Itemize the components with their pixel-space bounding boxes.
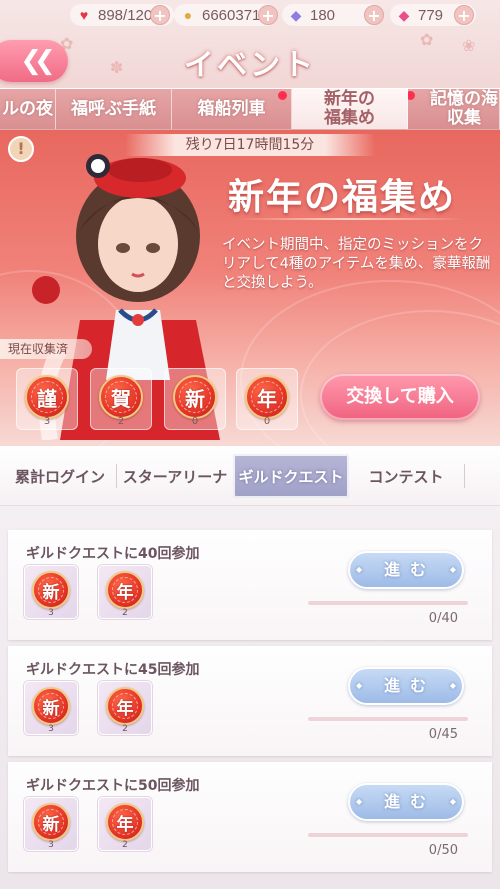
back-button[interactable]: ❮❮ [0,40,68,82]
event-banner: 残り7日17時間15分 ! 新年の福集め イベント期間中、指定のミッションをクリ… [0,130,500,446]
reward-item[interactable]: 年 2 [98,681,152,735]
progress-bar [308,717,468,721]
event-tab-night[interactable]: ルの夜 [0,89,56,129]
quest-card: ギルドクエストに40回参加 新 3 年 2 進む 0/40 [8,530,492,640]
reward-item[interactable]: 年 2 [98,797,152,851]
token-coin-icon: 年 [245,375,289,419]
tab-star-arena[interactable]: スターアリーナ [118,454,232,498]
token-coin-icon: 年 [106,571,144,609]
token-slot-shin[interactable]: 新 0 [164,368,226,430]
token-count: 0 [263,416,271,427]
flower-ornament-icon: ✽ [110,58,124,77]
flower-ornament-icon: ✿ [420,30,434,49]
reward-item[interactable]: 年 2 [98,565,152,619]
go-button[interactable]: 進む [348,783,464,821]
title-divider [236,218,466,220]
quest-title: ギルドクエストに45回参加 [26,662,200,678]
token-slot-nen[interactable]: 年 0 [236,368,298,430]
cat-coin-icon: ● [183,7,193,23]
go-button[interactable]: 進む [348,667,464,705]
add-gold-button[interactable]: + [258,5,278,25]
diamond-value: 180 [310,6,336,24]
time-remaining: 残り7日17時間15分 [125,134,375,156]
add-stamina-button[interactable]: + [150,5,170,25]
token-count: 0 [191,416,199,427]
token-coin-icon: 賀 [99,375,143,419]
event-tab-label: 新年の 福集め [324,89,375,128]
tab-guild-quest[interactable]: ギルドクエスト [233,454,349,498]
reward-count: 3 [48,608,54,618]
event-tab-memory-sea[interactable]: 記憶の海 収集 [408,89,500,129]
event-tab-new-year[interactable]: 新年の 福集め [292,89,408,129]
reward-item[interactable]: 新 3 [24,797,78,851]
token-coin-icon: 謹 [25,375,69,419]
pink-diamond-value: 779 [418,6,444,24]
token-coin-icon: 新 [32,803,70,841]
reward-item[interactable]: 新 3 [24,565,78,619]
token-coin-icon: 新 [32,687,70,725]
reward-count: 2 [122,608,128,618]
top-header: ✿ ✿ ❀ ✽ ♥ 898/120 + ● 6660371 + ◆ 180 + … [0,0,500,88]
token-coin-icon: 年 [106,803,144,841]
double-chevron-left-icon: ❮❮ [20,46,55,76]
tab-divider [116,464,117,488]
event-tab-ark-train[interactable]: 箱船列車 [172,89,292,129]
event-title: 新年の福集め [228,176,457,218]
reward-count: 3 [48,840,54,850]
event-tab-bar: ルの夜 福呼ぶ手紙 箱船列車 新年の 福集め 記憶の海 収集 [0,88,500,130]
quest-tab-bar: 累計ログイン スターアリーナ ギルドクエスト コンテスト [0,446,500,506]
quest-card: ギルドクエストに50回参加 新 3 年 2 進む 0/50 [8,762,492,872]
add-pink-diamond-button[interactable]: + [454,5,474,25]
add-diamond-button[interactable]: + [364,5,384,25]
page-title: イベント [184,48,316,83]
tab-contest[interactable]: コンテスト [354,454,458,498]
progress-text: 0/50 [428,843,458,858]
exchange-button[interactable]: 交換して購入 [320,374,480,420]
notification-dot [408,91,415,100]
collected-label: 現在収集済 [0,339,92,359]
progress-bar [308,833,468,837]
reward-count: 2 [122,840,128,850]
tab-divider [464,464,465,488]
info-alert-icon[interactable]: ! [8,136,34,162]
token-count: 3 [43,416,51,427]
event-tab-label: ルの夜 [2,98,53,119]
event-tab-label: 記憶の海 収集 [430,89,498,128]
event-tab-label: 福呼ぶ手紙 [71,98,156,119]
reward-count: 3 [48,724,54,734]
progress-text: 0/40 [428,611,458,626]
go-button[interactable]: 進む [348,551,464,589]
quest-title: ギルドクエストに40回参加 [26,546,200,562]
token-slot-jin[interactable]: 謹 3 [16,368,78,430]
token-coin-icon: 新 [173,375,217,419]
quest-title: ギルドクエストに50回参加 [26,778,200,794]
event-description: イベント期間中、指定のミッションをクリアして4種のアイテムを集め、豪華報酬と交換… [222,237,491,291]
progress-text: 0/45 [428,727,458,742]
pink-diamond-icon: ◆ [398,6,410,23]
token-slot-ga[interactable]: 賀 2 [90,368,152,430]
tab-login[interactable]: 累計ログイン [6,454,114,498]
progress-bar [308,601,468,605]
token-count: 2 [117,416,125,427]
token-coin-icon: 年 [106,687,144,725]
notification-dot [278,91,287,100]
flower-ornament-icon: ❀ [462,36,476,55]
heart-icon: ♥ [79,7,89,23]
reward-item[interactable]: 新 3 [24,681,78,735]
gold-value: 6660371 [202,6,261,24]
diamond-icon: ◆ [290,6,302,23]
quest-card: ギルドクエストに45回参加 新 3 年 2 進む 0/45 [8,646,492,756]
stamina-value: 898/120 [98,6,153,24]
event-tab-label: 箱船列車 [197,98,266,119]
event-tab-letter[interactable]: 福呼ぶ手紙 [56,89,172,129]
reward-count: 2 [122,724,128,734]
token-coin-icon: 新 [32,571,70,609]
quest-list: ギルドクエストに40回参加 新 3 年 2 進む 0/40 ギルドクエストに45… [0,506,500,889]
